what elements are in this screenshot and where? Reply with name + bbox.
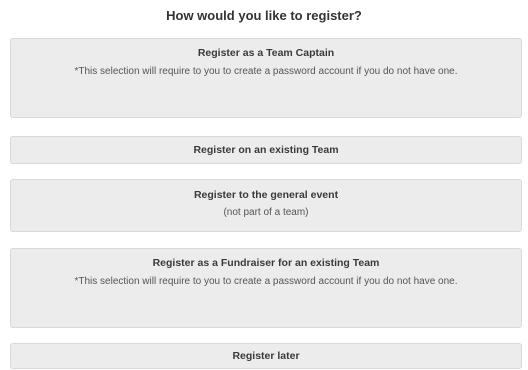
register-later-button[interactable]: Register later: [10, 343, 522, 369]
option-description: (not part of a team): [223, 207, 309, 218]
option-description: *This selection will require to you to c…: [74, 66, 458, 77]
option-title: Register as a Team Captain: [197, 47, 335, 59]
option-description: *This selection will require to you to c…: [74, 276, 458, 287]
page-title: How would you like to register?: [166, 8, 362, 23]
register-existing-team-button[interactable]: Register on an existing Team: [10, 136, 522, 164]
option-title: Register on an existing Team: [193, 144, 339, 156]
registration-page: How would you like to register? Register…: [0, 0, 528, 370]
register-general-event-button[interactable]: Register to the general event (not part …: [10, 179, 522, 232]
option-title: Register to the general event: [193, 189, 339, 201]
register-team-captain-button[interactable]: Register as a Team Captain *This selecti…: [10, 38, 522, 118]
option-title: Register later: [232, 350, 300, 362]
register-fundraiser-button[interactable]: Register as a Fundraiser for an existing…: [10, 248, 522, 328]
option-title: Register as a Fundraiser for an existing…: [152, 257, 380, 269]
